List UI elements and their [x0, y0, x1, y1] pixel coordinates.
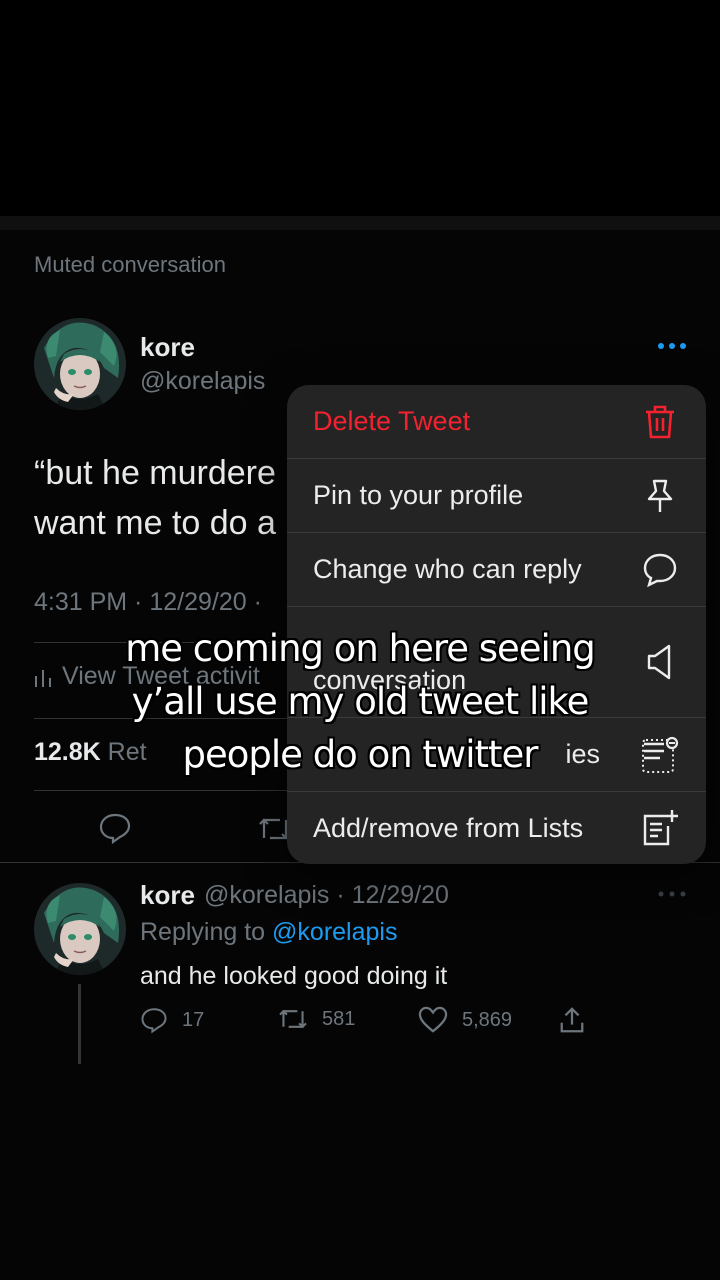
avatar[interactable] — [34, 883, 126, 975]
reply-text: and he looked good doing it — [140, 962, 448, 990]
tweet-author-handle[interactable]: @korelapis — [140, 367, 265, 396]
more-options-icon[interactable] — [656, 338, 688, 354]
replying-to-prefix: Replying to — [140, 918, 266, 946]
reply-icon — [141, 1008, 167, 1034]
reply-action[interactable]: 17 — [140, 1006, 204, 1034]
menu-item-label: Pin to your profile — [313, 480, 524, 510]
avatar[interactable] — [34, 318, 126, 410]
menu-item-delete-tweet[interactable]: Delete Tweet — [287, 385, 706, 458]
heart-icon — [418, 1006, 448, 1033]
menu-item-add-remove-lists[interactable]: Add/remove from Lists — [287, 792, 706, 864]
reply-actions: 17 581 5,869 — [140, 1006, 600, 1040]
pin-icon — [640, 476, 680, 516]
top-black-area — [0, 0, 720, 216]
caption-line: me coming on here seeing — [125, 627, 596, 670]
reply-count: 17 — [182, 1008, 205, 1031]
speech-bubble-icon — [640, 550, 680, 590]
replying-to-mention[interactable]: @korelapis — [272, 918, 397, 946]
reply-author-handle-date[interactable]: @korelapis · 12/29/20 — [204, 881, 449, 910]
muted-conversation-label: Muted conversation — [34, 252, 226, 277]
menu-item-label: Delete Tweet — [313, 406, 471, 436]
more-options-icon[interactable] — [656, 886, 688, 902]
retweet-count: 581 — [322, 1007, 356, 1030]
retweet-action[interactable]: 581 — [278, 1006, 355, 1032]
caption-line: y’all use my old tweet like — [131, 680, 590, 723]
menu-item-label: Change who can reply — [313, 554, 582, 584]
retweet-icon — [279, 1009, 307, 1029]
reply-icon[interactable] — [98, 811, 132, 845]
like-count: 5,869 — [462, 1008, 513, 1031]
menu-item-pin-to-profile[interactable]: Pin to your profile — [287, 459, 706, 532]
tweet-timestamp: 4:31 PM · 12/29/20 · — [34, 588, 262, 616]
like-action[interactable]: 5,869 — [418, 1006, 512, 1034]
tweet-author-name[interactable]: kore — [140, 332, 195, 363]
caption-line: people do on twitter — [182, 733, 539, 776]
reply-author-name[interactable]: kore — [140, 880, 195, 911]
trash-icon — [640, 402, 680, 442]
list-add-icon — [640, 808, 680, 848]
menu-item-change-who-can-reply[interactable]: Change who can reply — [287, 533, 706, 606]
share-icon — [560, 1007, 584, 1033]
thread-line — [78, 984, 81, 1064]
menu-item-label: Add/remove from Lists — [313, 812, 584, 843]
video-caption-overlay: me coming on here seeing y’all use my ol… — [0, 622, 720, 781]
replying-to: Replying to @korelapis — [140, 918, 397, 947]
share-action[interactable] — [558, 1006, 586, 1034]
